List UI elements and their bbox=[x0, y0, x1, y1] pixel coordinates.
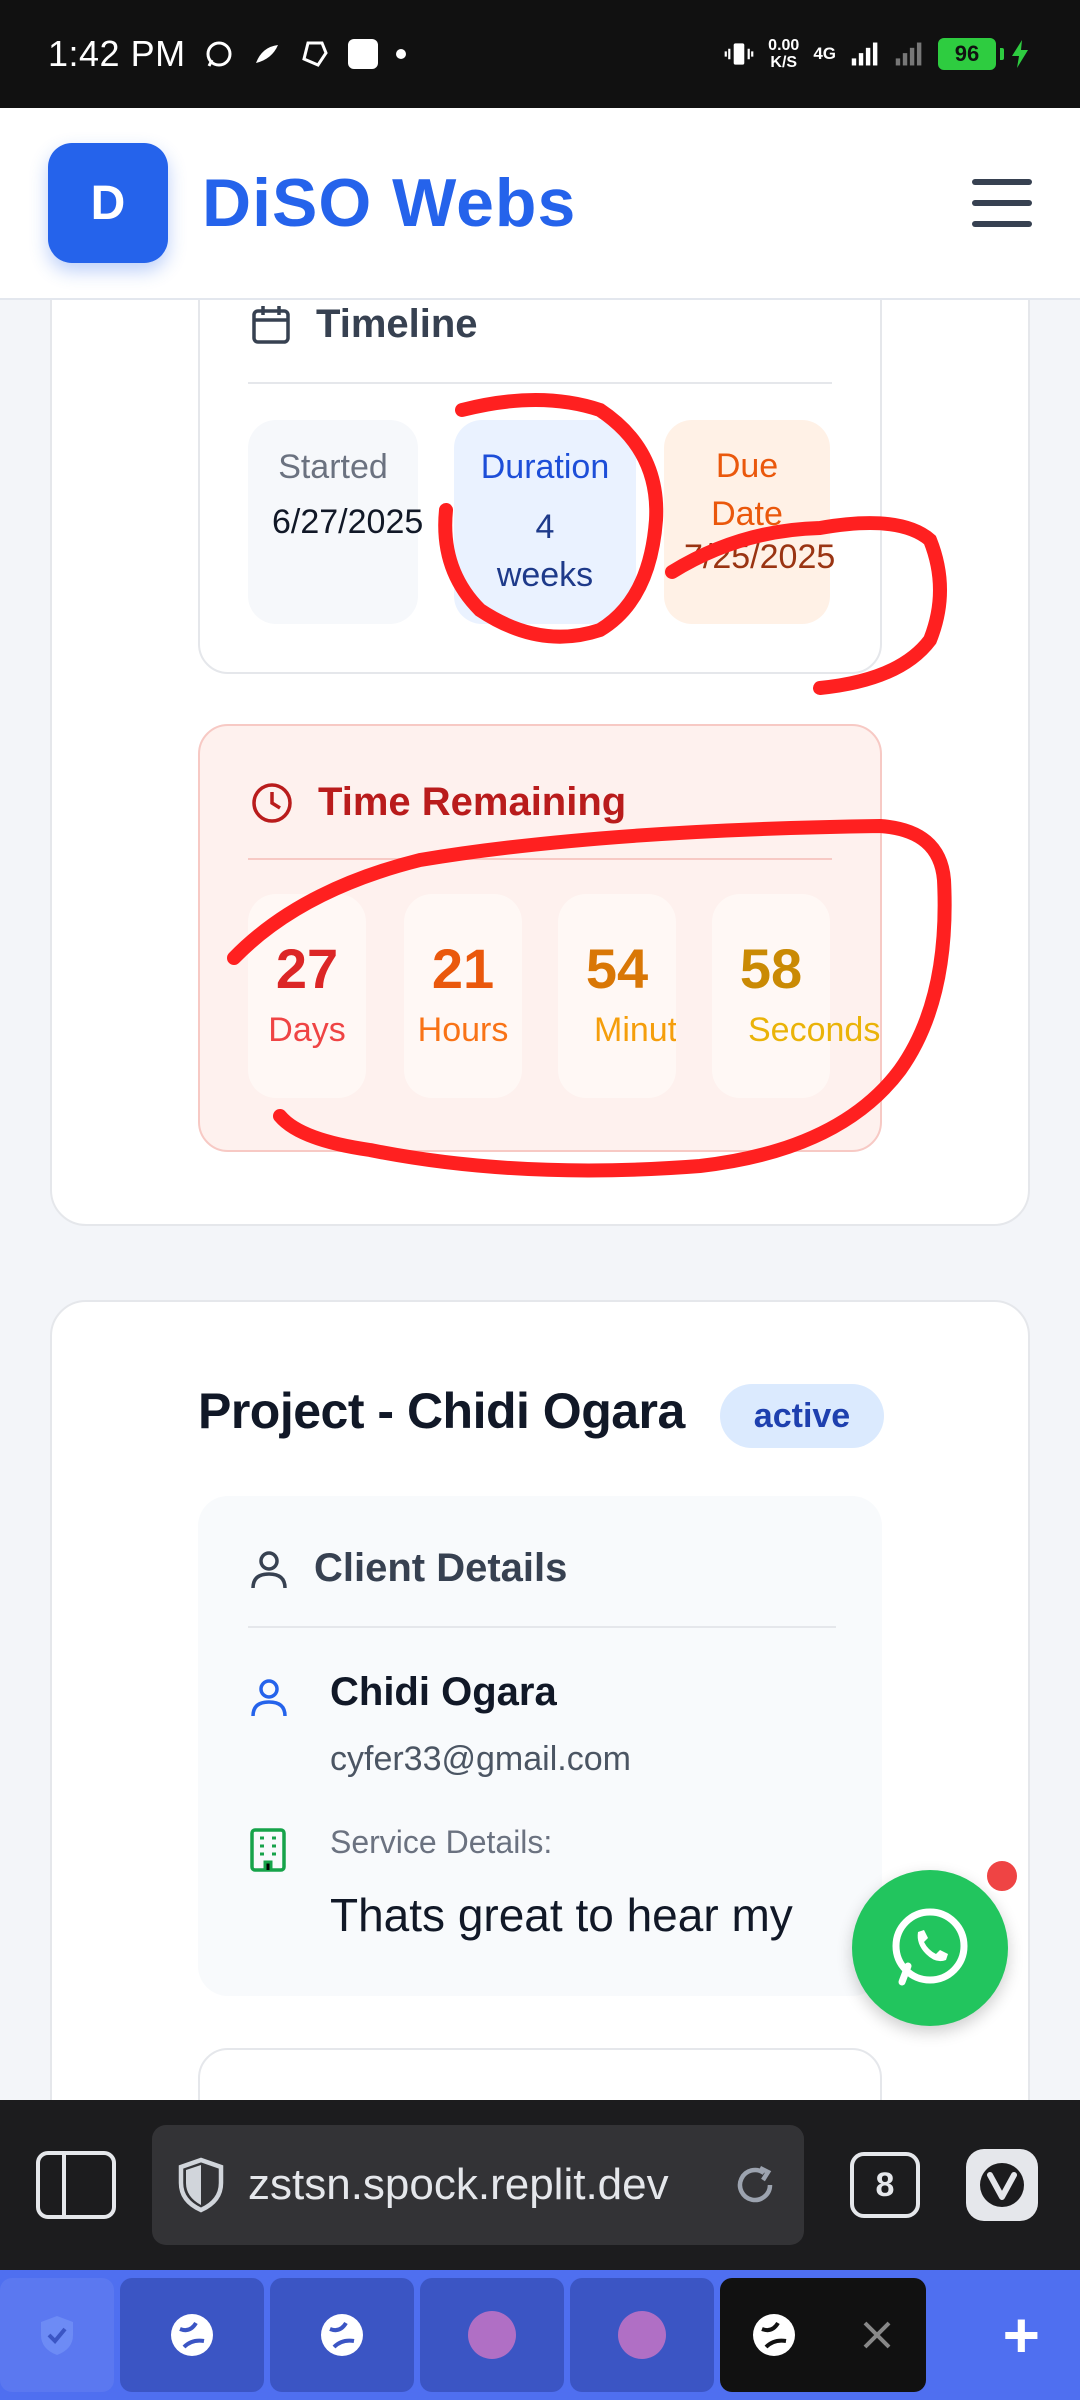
url-text[interactable]: zstsn.spock.replit.dev bbox=[248, 2160, 708, 2210]
minutes-label: Minutes bbox=[594, 1011, 676, 1049]
due-date-value: 7/25/2025 bbox=[684, 538, 836, 576]
feather-notification-icon bbox=[252, 39, 282, 69]
tab-item[interactable] bbox=[420, 2278, 564, 2392]
site-favicon-icon bbox=[468, 2311, 516, 2359]
page-content[interactable]: Timeline Started 6/27/2025 Duration 4 we… bbox=[0, 300, 1080, 2100]
battery-level: 96 bbox=[938, 38, 996, 70]
menu-line-icon bbox=[972, 200, 1032, 206]
shield-icon[interactable] bbox=[176, 2157, 226, 2213]
client-email[interactable]: cyfer33@gmail.com bbox=[330, 1740, 631, 1779]
timeline-header: Timeline bbox=[250, 302, 478, 347]
seconds-value: 58 bbox=[739, 937, 803, 1000]
globe-icon bbox=[171, 2314, 213, 2356]
client-details-title: Client Details bbox=[314, 1546, 568, 1590]
duration-value: 4 weeks bbox=[496, 508, 594, 594]
divider bbox=[248, 1626, 836, 1628]
timeline-title: Timeline bbox=[316, 302, 478, 346]
divider bbox=[248, 382, 832, 384]
notification-icons bbox=[204, 39, 406, 69]
more-notifications-dot bbox=[395, 49, 406, 59]
app-header: D DiSO Webs bbox=[0, 108, 1080, 300]
status-time: 1:42 PM bbox=[48, 33, 186, 74]
new-tab-button[interactable]: + bbox=[1003, 2298, 1040, 2372]
calendar-icon bbox=[252, 305, 290, 344]
tab-item[interactable] bbox=[570, 2278, 714, 2392]
tab-item[interactable] bbox=[120, 2278, 264, 2392]
vivaldi-menu-icon[interactable] bbox=[966, 2149, 1038, 2221]
days-box: 27 Days bbox=[248, 894, 366, 1098]
brand-name[interactable]: DiSO Webs bbox=[202, 164, 576, 242]
client-name: Chidi Ogara bbox=[330, 1670, 557, 1714]
due-date-label: Due Date bbox=[711, 447, 783, 533]
globe-icon bbox=[321, 2314, 363, 2356]
charging-icon bbox=[1012, 40, 1028, 68]
signal-icon bbox=[850, 39, 880, 69]
duration-box: Duration 4 weeks bbox=[454, 420, 636, 624]
vibrate-icon bbox=[724, 39, 754, 69]
whatsapp-chat-button[interactable] bbox=[852, 1870, 1008, 2026]
time-remaining-header: Time Remaining bbox=[250, 780, 626, 825]
network-speed: 0.00 K/S bbox=[768, 37, 800, 71]
notification-dot bbox=[984, 1858, 1020, 1894]
days-value: 27 bbox=[275, 937, 339, 1000]
tab-item[interactable] bbox=[270, 2278, 414, 2392]
shield-check-icon bbox=[41, 2316, 73, 2355]
battery-indicator: 96 bbox=[938, 38, 1032, 70]
clock-icon bbox=[252, 782, 292, 823]
close-tab-icon[interactable] bbox=[861, 2319, 893, 2351]
menu-line-icon bbox=[972, 179, 1032, 185]
status-badge: active bbox=[720, 1384, 884, 1448]
tab-switcher-button[interactable]: 8 bbox=[850, 2152, 920, 2218]
signal-weak-icon bbox=[894, 39, 924, 69]
tab-stack[interactable] bbox=[0, 2278, 114, 2392]
hours-value: 21 bbox=[431, 937, 495, 1000]
minutes-box: 54 Minutes bbox=[558, 894, 676, 1098]
hours-box: 21 Hours bbox=[404, 894, 522, 1098]
hamburger-menu-button[interactable] bbox=[972, 179, 1032, 227]
next-section-card bbox=[198, 2048, 882, 2100]
logo-badge[interactable]: D bbox=[48, 143, 168, 263]
side-panel-button[interactable] bbox=[36, 2151, 116, 2219]
whatsapp-notification-icon bbox=[204, 39, 234, 69]
service-details-text: Thats great to hear my bbox=[330, 1889, 793, 1941]
address-bar[interactable]: zstsn.spock.replit.dev bbox=[152, 2125, 804, 2245]
app-square-icon bbox=[347, 39, 378, 69]
app-notification-icon bbox=[300, 39, 330, 69]
time-remaining-title: Time Remaining bbox=[318, 780, 627, 824]
started-box: Started 6/27/2025 bbox=[248, 420, 424, 624]
tab-strip: + bbox=[0, 2270, 1080, 2400]
globe-icon bbox=[753, 2314, 795, 2356]
user-icon bbox=[251, 1550, 287, 1588]
site-favicon-icon bbox=[618, 2311, 666, 2359]
building-icon bbox=[250, 1828, 286, 1872]
started-value: 6/27/2025 bbox=[272, 503, 424, 541]
divider bbox=[248, 858, 832, 860]
service-details-label: Service Details: bbox=[330, 1824, 553, 1860]
tab-item-active[interactable] bbox=[720, 2278, 926, 2392]
project-title: Project - Chidi Ogara bbox=[198, 1383, 685, 1439]
client-user-icon bbox=[251, 1679, 287, 1717]
minutes-value: 54 bbox=[585, 937, 649, 1000]
seconds-label: Seconds bbox=[748, 1011, 881, 1049]
reload-icon[interactable] bbox=[730, 2160, 780, 2210]
seconds-box: 58 Seconds bbox=[712, 894, 881, 1098]
due-date-box: Due Date 7/25/2025 bbox=[664, 420, 836, 624]
client-details-header: Client Details bbox=[248, 1546, 567, 1591]
browser-toolbar: zstsn.spock.replit.dev 8 bbox=[0, 2100, 1080, 2270]
days-label: Days bbox=[268, 1011, 346, 1049]
started-label: Started bbox=[278, 448, 388, 486]
whatsapp-icon bbox=[892, 1908, 968, 1986]
menu-line-icon bbox=[972, 221, 1032, 227]
network-type: 4G bbox=[813, 44, 836, 63]
duration-label: Duration bbox=[480, 448, 610, 486]
hours-label: Hours bbox=[417, 1011, 509, 1049]
status-bar: 1:42 PM 0.00 K/S 4G 96 bbox=[0, 0, 1080, 108]
